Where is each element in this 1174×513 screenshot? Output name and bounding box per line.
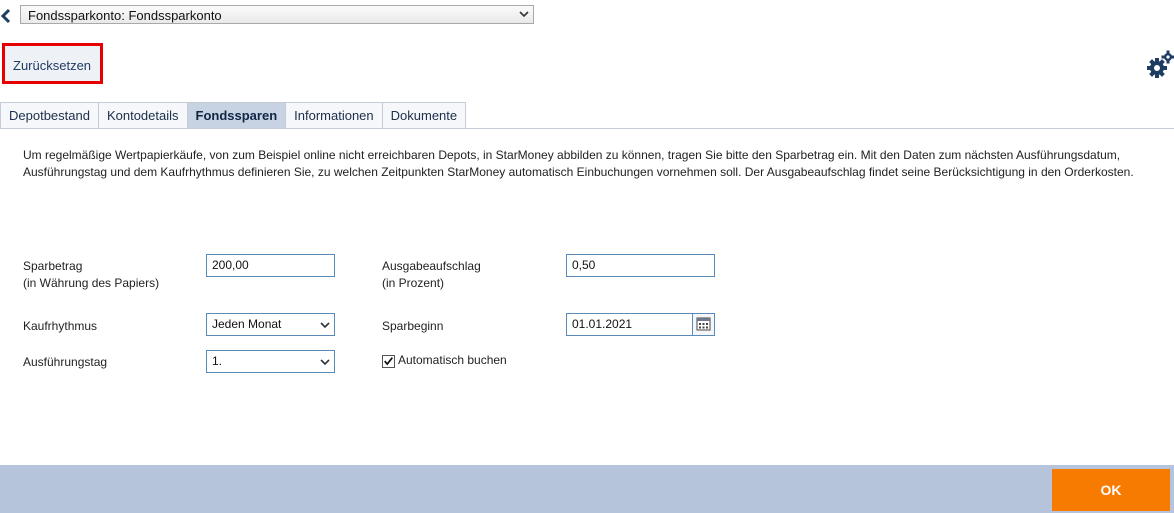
checkmark-icon: [384, 357, 393, 366]
sparbeginn-value: 01.01.2021: [572, 317, 633, 331]
automatisch-buchen-label: Automatisch buchen: [398, 353, 507, 367]
reset-button-label: Zurücksetzen: [13, 58, 92, 73]
ausfuehrungstag-value: 1.: [212, 354, 223, 368]
kaufrhythmus-value: Jeden Monat: [212, 317, 282, 331]
ausgabeaufschlag-input[interactable]: 0,50: [566, 254, 715, 277]
ausfuehrungstag-label: Ausführungstag: [23, 355, 108, 369]
tab-dokumente[interactable]: Dokumente: [381, 102, 467, 128]
chevron-down-icon: [320, 322, 330, 329]
kaufrhythmus-select[interactable]: Jeden Monat: [206, 313, 335, 336]
account-select-value: Fondssparkonto: Fondssparkonto: [28, 8, 222, 23]
ausgabeaufschlag-sublabel: (in Prozent): [382, 276, 445, 290]
chevron-down-icon: [320, 359, 330, 366]
automatisch-buchen-checkbox[interactable]: [382, 355, 395, 368]
tab-kontodetails[interactable]: Kontodetails: [97, 102, 188, 128]
kaufrhythmus-label: Kaufrhythmus: [23, 319, 98, 333]
description-text: Um regelmäßige Wertpapierkäufe, von zum …: [23, 148, 1134, 179]
ok-button[interactable]: OK: [1052, 469, 1170, 511]
tab-depotbestand[interactable]: Depotbestand: [0, 102, 99, 128]
ausgabeaufschlag-value: 0,50: [572, 258, 596, 272]
tab-fondssparen[interactable]: Fondssparen: [186, 102, 287, 128]
calendar-button[interactable]: [692, 314, 714, 335]
ausgabeaufschlag-label: Ausgabeaufschlag: [382, 259, 481, 273]
calendar-icon: [696, 317, 711, 331]
reset-button[interactable]: Zurücksetzen: [2, 43, 103, 84]
account-select[interactable]: Fondssparkonto: Fondssparkonto: [20, 5, 534, 24]
sparbeginn-input[interactable]: 01.01.2021: [566, 313, 715, 336]
footer-bar: [0, 465, 1174, 513]
back-arrow-icon[interactable]: [0, 7, 12, 25]
tab-bar: Depotbestand Kontodetails Fondssparen In…: [0, 102, 467, 128]
chevron-down-icon: [519, 11, 529, 18]
sparbetrag-input[interactable]: 200,00: [206, 254, 335, 277]
sparbetrag-sublabel: (in Währung des Papiers): [23, 276, 160, 290]
ausfuehrungstag-select[interactable]: 1.: [206, 350, 335, 373]
gear-icon[interactable]: [1145, 50, 1174, 80]
sparbetrag-value: 200,00: [212, 258, 249, 272]
sparbetrag-label: Sparbetrag: [23, 259, 83, 273]
sparbeginn-label: Sparbeginn: [382, 319, 444, 333]
tab-divider: [0, 128, 1174, 129]
tab-informationen[interactable]: Informationen: [285, 102, 383, 128]
